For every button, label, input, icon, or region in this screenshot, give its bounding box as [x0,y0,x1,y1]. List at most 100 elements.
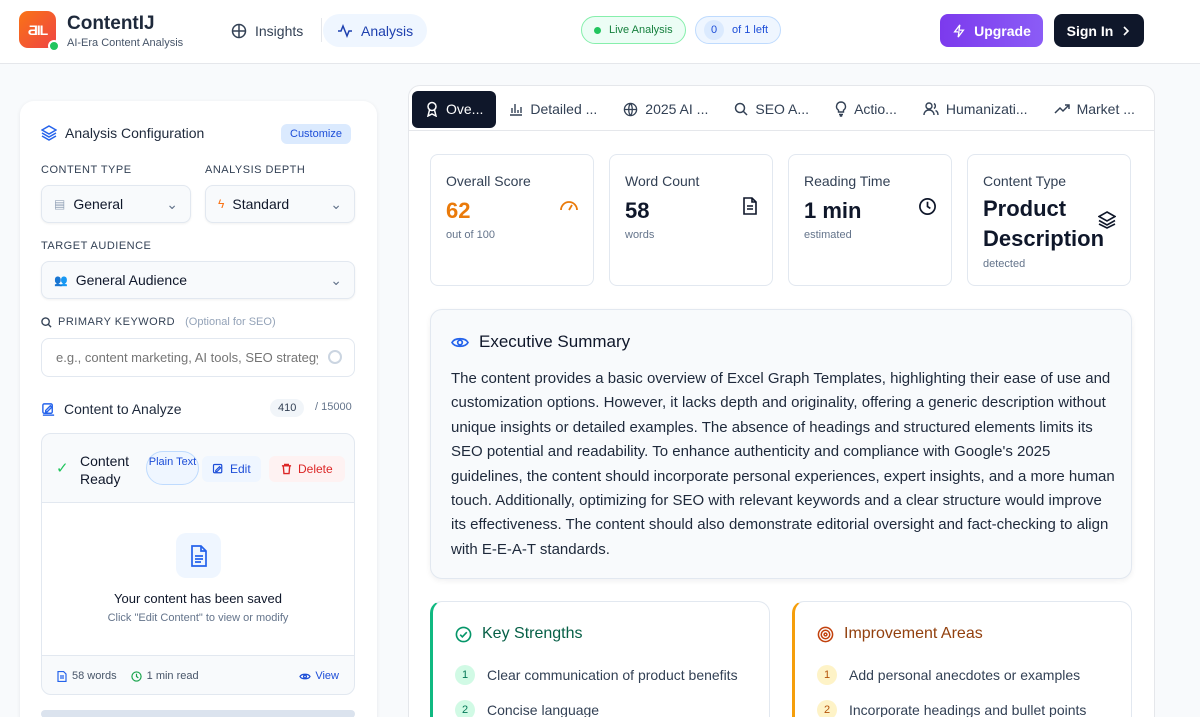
content-type-select[interactable]: ▤ General ⌄ [41,185,191,223]
improvement-text: Add personal anecdotes or examples [849,667,1081,683]
format-badge: Plain Text [146,451,199,485]
content-type-card-value: Product Description [983,196,1105,251]
content-ready-status: Content Ready [80,453,130,487]
quota-text: of 1 left [732,24,769,36]
chevron-down-icon: ⌄ [166,195,178,212]
content-type-card-label: Content Type [983,173,1067,189]
tab-humanization[interactable]: Humanizati... [910,91,1041,128]
content-type-label: CONTENT TYPE [41,164,132,176]
saved-content-area: Your content has been saved Click "Edit … [42,502,354,656]
tab-detailed[interactable]: Detailed ... [496,91,610,128]
tab-seo-label: SEO A... [755,101,810,117]
tab-actions-label: Actio... [854,101,897,117]
tabs-divider [409,130,1154,131]
chevron-down-icon: ⌄ [330,195,342,212]
word-count-value: 58 [625,198,650,223]
strength-text: Clear communication of product benefits [487,667,738,683]
target-audience-select[interactable]: 👥 General Audience ⌄ [41,261,355,299]
logo-mark: ƋIL [27,21,48,38]
config-title: Analysis Configuration [65,125,205,141]
app-logo[interactable]: ƋIL [19,11,60,52]
strength-number: 1 [455,665,475,685]
analysis-config-panel: Analysis Configuration Customize CONTENT… [20,101,377,717]
content-to-analyze-label: Content to Analyze [64,401,182,417]
users-icon: 👥 [54,274,68,287]
reading-time-value: 1 min [804,198,862,223]
executive-summary-card: Executive Summary The content provides a… [430,309,1132,579]
word-count-sub: words [625,229,655,241]
lightbulb-icon [835,101,847,117]
content-to-analyze-heading: Content to Analyze [41,401,182,417]
read-time-text: 1 min read [146,670,199,682]
key-strengths-heading: Key Strengths [455,625,583,643]
upgrade-button[interactable]: Upgrade [940,14,1043,47]
tab-2025-ai[interactable]: 2025 AI ... [610,91,721,128]
sign-in-label: Sign In [1066,22,1114,39]
reading-time-card: Reading Time 1 min estimated [788,154,952,286]
saved-title: Your content has been saved [114,591,282,606]
overall-score-sub: out of 100 [446,229,495,241]
tab-seo[interactable]: SEO A... [721,91,822,128]
online-status-dot [48,40,60,52]
layers-icon [1098,211,1116,229]
reading-time-label: Reading Time [804,173,891,189]
improvement-item: 2 Incorporate headings and bullet points [817,700,1086,717]
overall-score-card: Overall Score 62 out of 100 [430,154,594,286]
analysis-depth-value: Standard [232,196,290,212]
search-icon [41,316,52,328]
improvement-number: 2 [817,700,837,717]
chevron-down-icon: ⌄ [330,271,342,288]
clock-icon [919,198,936,215]
target-audience-label: TARGET AUDIENCE [41,240,152,252]
key-strengths-card: Key Strengths 1 Clear communication of p… [430,601,770,717]
delete-button[interactable]: Delete [269,456,345,482]
nav-separator [321,18,322,42]
nav-analysis[interactable]: Analysis [323,14,428,47]
strength-text: Concise language [487,702,600,717]
edit-label: Edit [230,462,251,476]
target-icon [328,350,342,364]
overall-score-value: 62 [446,198,471,223]
config-heading: Analysis Configuration [41,125,204,141]
target-icon [817,626,834,642]
tab-humanization-label: Humanizati... [945,101,1028,117]
gauge-icon [560,201,578,211]
check-circle-icon [455,626,472,642]
primary-keyword-label-row: PRIMARY KEYWORD (Optional for SEO) [41,316,276,328]
eye-icon [451,337,469,347]
nav-analysis-label: Analysis [361,22,414,39]
content-type-card: Content Type Product Description detecte… [967,154,1131,286]
word-count-card: Word Count 58 words [609,154,773,286]
improvement-areas-title: Improvement Areas [844,625,983,642]
app-name: ContentIJ [67,13,155,34]
tab-2025-ai-label: 2025 AI ... [645,101,709,117]
char-count: 410 [270,399,305,417]
top-header: ƋIL ContentIJ AI-Era Content Analysis In… [0,0,1200,64]
sign-in-button[interactable]: Sign In [1054,14,1144,47]
trending-up-icon [1054,104,1070,114]
improvement-areas-heading: Improvement Areas [817,625,983,643]
tab-overview-label: Ove... [446,101,484,117]
chevron-right-icon [1123,25,1130,36]
view-button[interactable]: View [299,670,339,682]
saved-subtitle: Click "Edit Content" to view or modify [107,612,289,624]
primary-keyword-input[interactable] [41,338,355,377]
content-box-footer: 58 words 1 min read View [42,656,354,694]
nav-insights[interactable]: Insights [217,14,317,47]
word-count-text: 58 words [72,670,117,682]
eye-icon [299,673,312,679]
content-type-card-sub: detected [983,258,1026,270]
lightning-icon [953,23,965,38]
edit-button[interactable]: Edit [202,456,261,482]
char-max: / 15000 [315,401,352,413]
improvement-text: Incorporate headings and bullet points [849,702,1087,717]
customize-button[interactable]: Customize [281,124,351,144]
tab-overview[interactable]: Ove... [412,90,497,128]
layers-icon [41,125,57,141]
award-icon [426,101,438,117]
primary-keyword-label: PRIMARY KEYWORD [58,316,176,328]
tab-actions[interactable]: Actio... [822,91,910,128]
analysis-depth-select[interactable]: ϟ Standard ⌄ [205,185,355,223]
tab-market[interactable]: Market ... [1041,91,1148,128]
executive-summary-text: The content provides a basic overview of… [451,370,1115,558]
